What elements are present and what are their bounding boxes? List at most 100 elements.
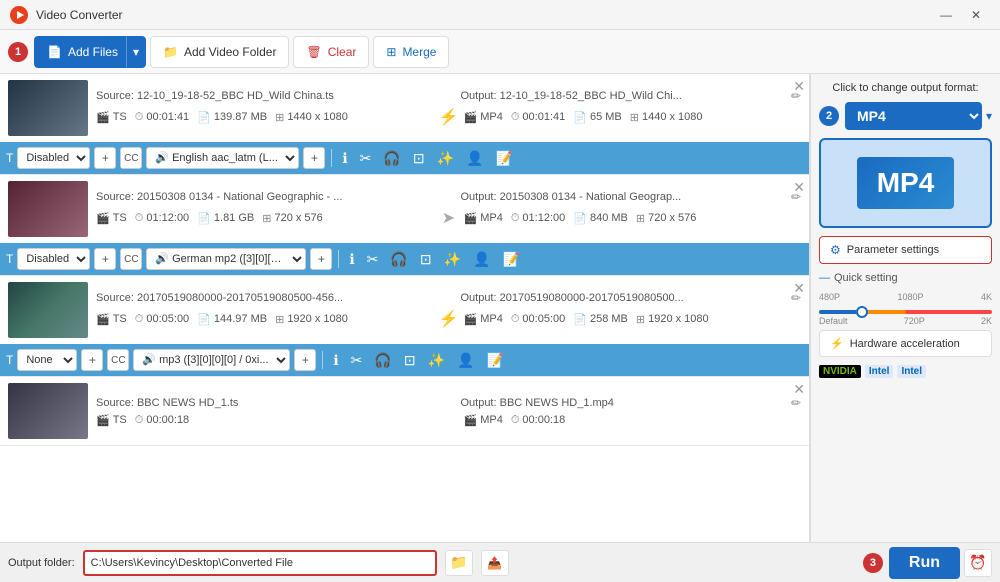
meta-left-1: 🎬 TS ⏱ 00:01:41 📄 139.87 MB <box>96 111 434 124</box>
audio-icon-3[interactable]: 🎧 <box>370 350 395 371</box>
cc-button-2[interactable]: CC <box>120 248 142 270</box>
crop-icon-2[interactable]: ⊡ <box>416 249 436 270</box>
src-res-2: ⊞ 720 x 576 <box>262 212 323 225</box>
cut-icon-1[interactable]: ✂ <box>356 148 376 169</box>
add-audio-button-1[interactable]: + <box>303 147 325 169</box>
out-film-icon-1: 🎬 <box>464 111 478 124</box>
format-dropdown-icon[interactable]: ▾ <box>986 109 992 123</box>
run-section: 3 Run ⏰ <box>863 547 992 579</box>
add-audio-button-2[interactable]: + <box>310 248 332 270</box>
info-icon-1[interactable]: ℹ <box>338 148 351 169</box>
cut-icon-3[interactable]: ✂ <box>347 350 367 371</box>
format-preview[interactable]: MP4 <box>819 138 992 228</box>
out-res-2: ⊞ 720 x 576 <box>636 212 697 225</box>
thumbnail-1 <box>8 80 88 136</box>
cut-icon-2[interactable]: ✂ <box>363 249 383 270</box>
hw-accel-icon: ⚡ <box>830 337 844 350</box>
subtitle-select-2[interactable]: Disabled <box>17 248 90 270</box>
sep-3 <box>322 351 323 369</box>
arrow-right-icon-2: ➤ <box>442 208 455 228</box>
folder-icon: 📁 <box>163 45 178 59</box>
audio-icon-2[interactable]: 🎧 <box>386 249 411 270</box>
src-duration-3: ⏱ 00:05:00 <box>135 313 189 326</box>
add-files-dropdown-button[interactable]: ▾ <box>126 36 146 68</box>
file-item-1: Source: 12-10_19-18-52_BBC HD_Wild China… <box>0 74 809 175</box>
run-button[interactable]: Run <box>889 547 960 579</box>
effects-icon-3[interactable]: ✨ <box>424 350 449 371</box>
sep-2 <box>338 250 339 268</box>
src-size-2: 📄 1.81 GB <box>197 212 254 225</box>
quality-thumb[interactable] <box>856 306 868 318</box>
src-res-1: ⊞ 1440 x 1080 <box>275 111 348 124</box>
subtitle-edit-icon-3[interactable]: 📝 <box>482 350 507 371</box>
source-label-2: Source: 20150308 0134 - National Geograp… <box>96 191 422 203</box>
export-button[interactable]: 📤 <box>481 550 509 576</box>
info-icon-3[interactable]: ℹ <box>329 350 342 371</box>
crop-icon-1[interactable]: ⊡ <box>409 148 429 169</box>
quality-track[interactable] <box>819 310 992 314</box>
lightning-icon-1: ⚡ <box>439 107 459 127</box>
format-select-dropdown[interactable]: MP4 <box>845 102 982 130</box>
watermark-icon-2[interactable]: 👤 <box>469 249 494 270</box>
schedule-button[interactable]: ⏰ <box>964 549 992 577</box>
subtitle-t-icon-2: T <box>6 252 13 266</box>
add-files-button[interactable]: 📄 Add Files <box>34 36 131 68</box>
subtitle-toolbar-3: T None + CC 🔊 mp3 ([3][0][0][0] / 0xi...… <box>0 344 809 376</box>
subtitle-edit-icon-1[interactable]: 📝 <box>491 148 516 169</box>
browse-folder-button[interactable]: 📁 <box>445 550 473 576</box>
subtitle-select-1[interactable]: Disabled <box>17 147 90 169</box>
effects-icon-1[interactable]: ✨ <box>433 148 458 169</box>
mp4-badge: MP4 <box>857 157 955 209</box>
watermark-icon-3[interactable]: 👤 <box>453 350 478 371</box>
src-res-3: ⊞ 1920 x 1080 <box>275 313 348 326</box>
info-icon-2[interactable]: ℹ <box>345 249 358 270</box>
cc-button-3[interactable]: CC <box>107 349 129 371</box>
close-button[interactable]: ✕ <box>962 5 990 25</box>
app-logo-icon <box>10 6 28 24</box>
hardware-acceleration-button[interactable]: ⚡ Hardware acceleration <box>819 330 992 357</box>
out-format-3: 🎬 MP4 <box>464 313 503 326</box>
watermark-icon-1[interactable]: 👤 <box>462 148 487 169</box>
close-file-4-button[interactable]: ✕ <box>793 381 805 398</box>
cc-button-1[interactable]: CC <box>120 147 142 169</box>
out-duration-2: ⏱ 01:12:00 <box>511 212 565 225</box>
meta-right-2: 🎬 MP4 ⏱ 01:12:00 📄 840 MB <box>464 212 802 225</box>
clock-icon-1: ⏱ <box>135 111 144 124</box>
quality-slider-container: 480P 1080P 4K Default 720P 2K <box>819 292 992 322</box>
clear-button[interactable]: 🗑 Clear <box>293 36 369 68</box>
minimize-button[interactable]: — <box>932 5 960 25</box>
add-subtitle-button-2[interactable]: + <box>94 248 116 270</box>
audio-select-1[interactable]: 🔊 English aac_latm (L... <box>146 147 299 169</box>
subtitle-edit-icon-2[interactable]: 📝 <box>498 249 523 270</box>
gpu-vendor-row: NVIDIA Intel Intel <box>819 365 992 378</box>
src-size-1: 📄 139.87 MB <box>197 111 267 124</box>
add-subtitle-button-3[interactable]: + <box>81 349 103 371</box>
effects-icon-2[interactable]: ✨ <box>440 249 465 270</box>
sep-1 <box>331 149 332 167</box>
output-path-input[interactable] <box>83 550 437 576</box>
audio-select-3[interactable]: 🔊 mp3 ([3][0][0][0] / 0xi... <box>133 349 290 371</box>
close-file-1-button[interactable]: ✕ <box>793 78 805 95</box>
clear-icon: 🗑 <box>306 45 321 59</box>
lightning-icon-3: ⚡ <box>439 309 459 329</box>
intel-logo-1: Intel <box>865 365 894 378</box>
app-title: Video Converter <box>36 8 123 22</box>
audio-icon-1[interactable]: 🎧 <box>379 148 404 169</box>
crop-icon-3[interactable]: ⊡ <box>400 350 420 371</box>
close-file-2-button[interactable]: ✕ <box>793 179 805 196</box>
thumbnail-3 <box>8 282 88 338</box>
close-file-3-button[interactable]: ✕ <box>793 280 805 297</box>
subtitle-t-icon-1: T <box>6 151 13 165</box>
add-subtitle-button-1[interactable]: + <box>94 147 116 169</box>
file-source-row-3: Source: 20170519080000-20170519080500-45… <box>96 291 801 305</box>
merge-button[interactable]: ⊞ Merge <box>373 36 449 68</box>
subtitle-select-3[interactable]: None <box>17 349 77 371</box>
out-res-1: ⊞ 1440 x 1080 <box>630 111 703 124</box>
parameter-settings-button[interactable]: ⚙ Parameter settings <box>819 236 992 264</box>
file-source-row-1: Source: 12-10_19-18-52_BBC HD_Wild China… <box>96 89 801 103</box>
src-size-3: 📄 144.97 MB <box>197 313 267 326</box>
add-video-folder-button[interactable]: 📁 Add Video Folder <box>150 36 289 68</box>
add-audio-button-3[interactable]: + <box>294 349 316 371</box>
output-folder-label: Output folder: <box>8 557 75 569</box>
audio-select-2[interactable]: 🔊 German mp2 ([3][0][0... <box>146 248 306 270</box>
